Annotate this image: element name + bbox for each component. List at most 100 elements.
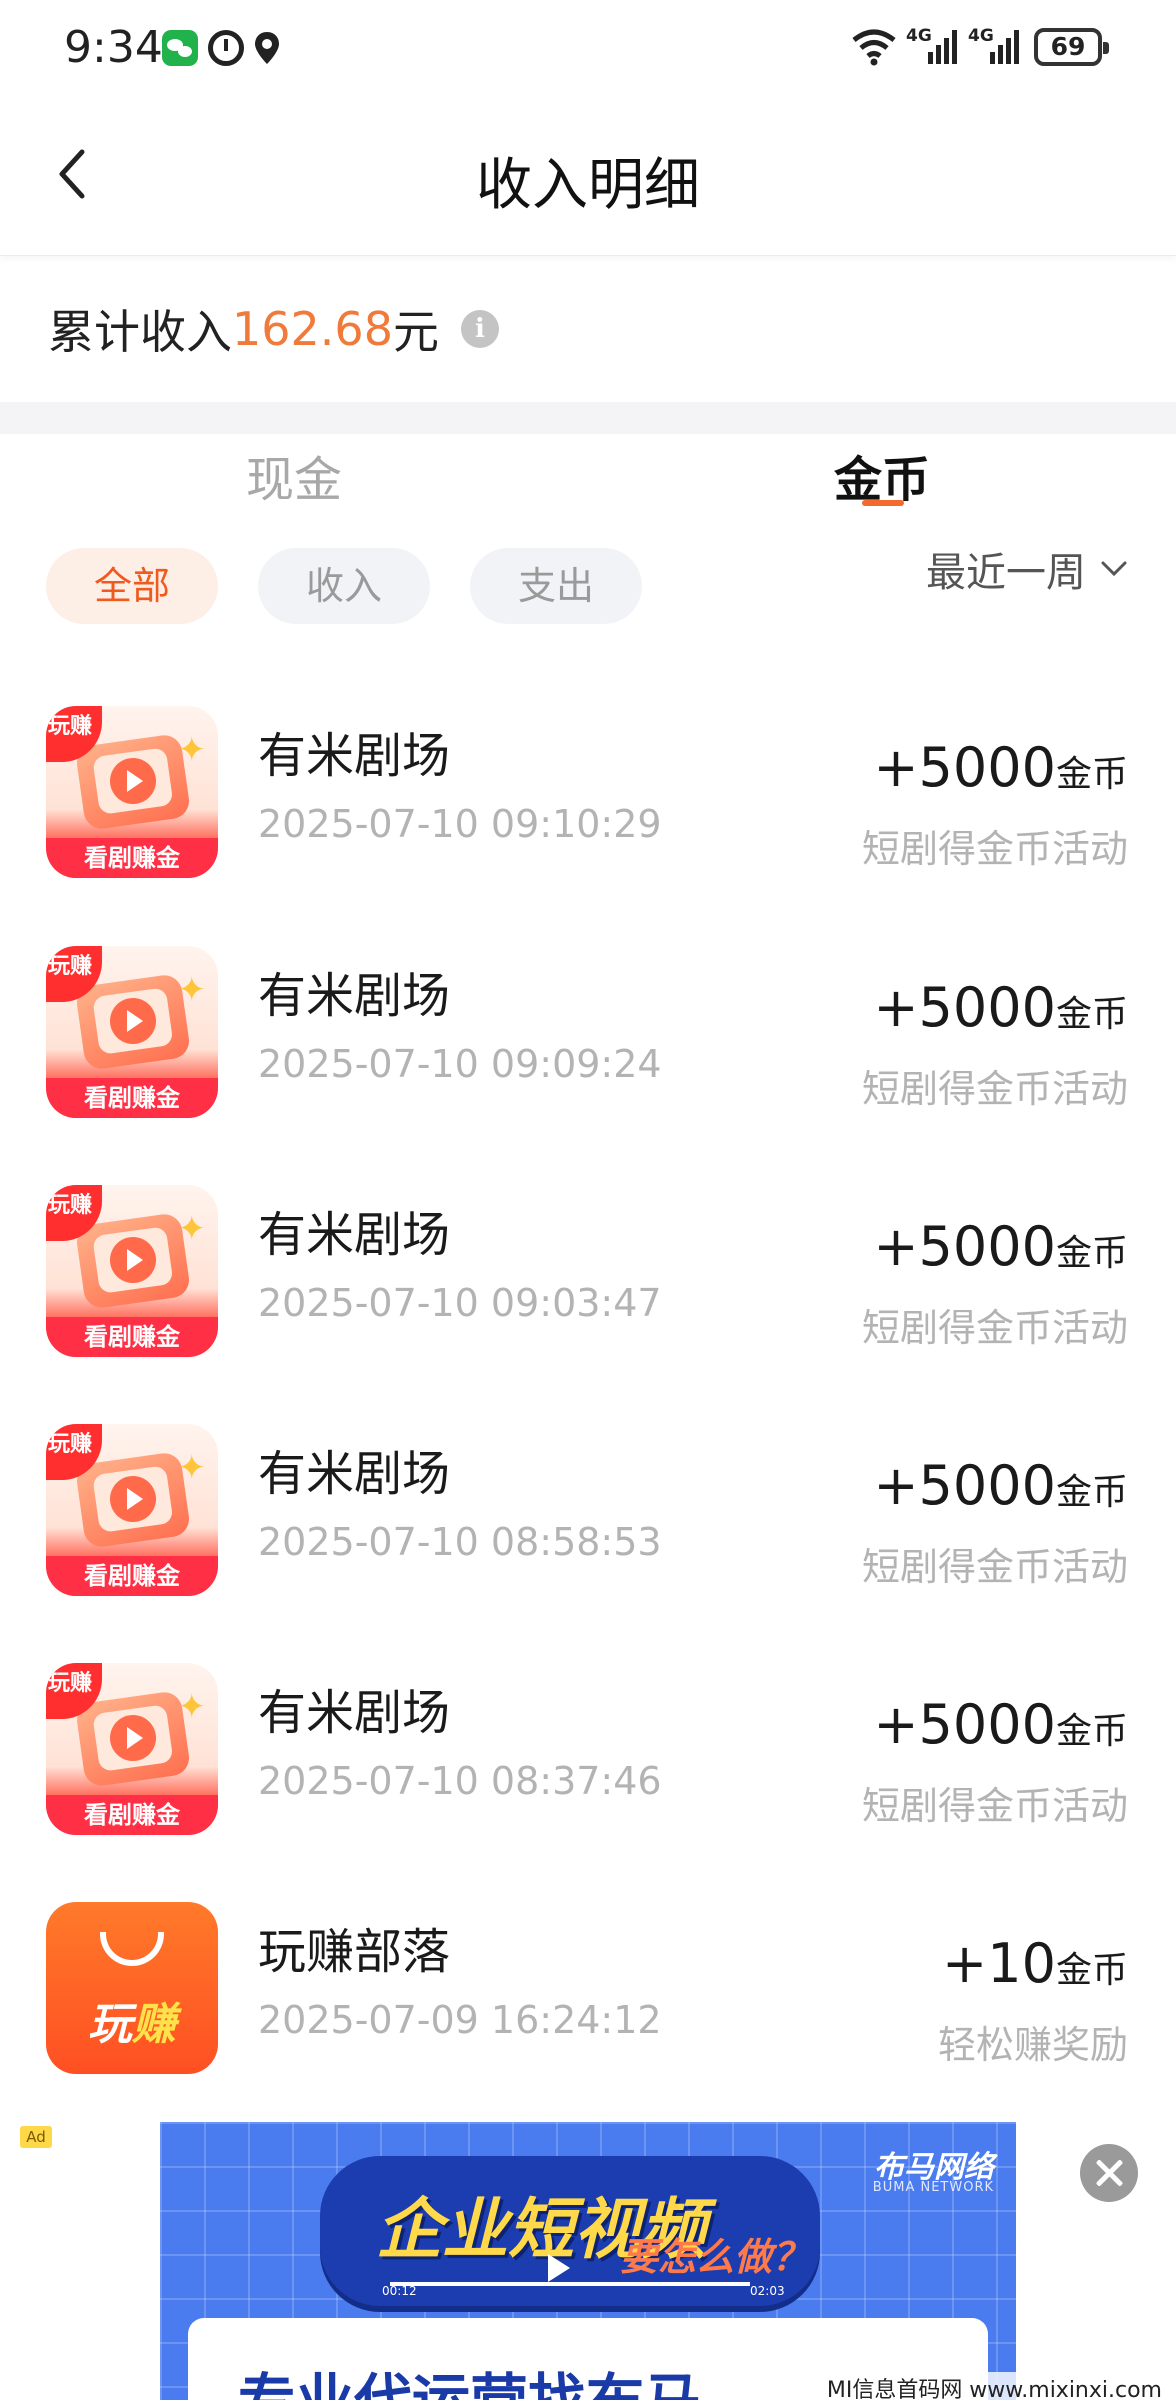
record-name: 有米剧场 (258, 728, 451, 784)
drama-app-icon: 玩赚 ✦ 看剧赚金 (46, 1663, 218, 1835)
ad-brand-sub: BUMA NETWORK (872, 2180, 994, 2195)
record-name: 有米剧场 (258, 968, 451, 1024)
record-amount-value: +5000 (873, 976, 1056, 1039)
record-amount: +5000金币 (873, 1693, 1128, 1756)
play-icon (110, 1237, 156, 1283)
ad-progress-bar (390, 2282, 750, 2286)
signal-icon: 4G (906, 26, 958, 68)
record-amount-value: +5000 (873, 1693, 1056, 1756)
drama-app-icon: 玩赚 ✦ 看剧赚金 (46, 706, 218, 878)
page-title: 收入明细 (476, 153, 700, 218)
record-amount: +5000金币 (873, 1215, 1128, 1278)
record-item[interactable]: 玩赚 ✦ 看剧赚金 有米剧场 2025-07-10 08:58:53 +5000… (0, 1424, 1176, 1624)
signal-icon: 4G (968, 26, 1020, 68)
alarm-icon (208, 30, 244, 66)
tab-cash[interactable]: 现金 (246, 440, 342, 510)
record-amount-unit: 金币 (1055, 754, 1128, 795)
ad-time-start: 00:12 (382, 2284, 417, 2298)
play-icon (110, 758, 156, 804)
record-name: 玩赚部落 (258, 1924, 451, 1980)
record-item[interactable]: 玩赚 玩赚部落 2025-07-09 16:24:12 +10金币 轻松赚奖励 (0, 1902, 1176, 2102)
battery-icon: 69 (1034, 28, 1109, 66)
record-amount-value: +5000 (873, 736, 1056, 799)
sparkle-icon: ✦ (177, 730, 207, 770)
watermark: MI信息首码网 www.mixinxi.com (822, 2372, 1166, 2400)
record-amount-unit: 金币 (1055, 1472, 1128, 1513)
ad-banner[interactable]: 布马网络 BUMA NETWORK 企业短视频 要怎么做？ 00:12 02:0… (160, 2122, 1016, 2400)
record-time: 2025-07-10 09:10:29 (258, 802, 662, 846)
drama-app-icon: 玩赚 ✦ 看剧赚金 (46, 1424, 218, 1596)
record-amount: +5000金币 (873, 976, 1128, 1039)
sparkle-icon: ✦ (177, 1448, 207, 1488)
icon-strip-label: 看剧赚金 (46, 1556, 218, 1596)
ad-tagline: 专业代运营找布马 (238, 2354, 702, 2400)
record-time: 2025-07-10 09:09:24 (258, 1042, 662, 1086)
record-amount: +5000金币 (873, 1454, 1128, 1517)
record-amount-value: +5000 (873, 1215, 1056, 1278)
record-description: 短剧得金币活动 (861, 1545, 1128, 1589)
record-time: 2025-07-10 08:58:53 (258, 1520, 662, 1564)
record-item[interactable]: 玩赚 ✦ 看剧赚金 有米剧场 2025-07-10 09:03:47 +5000… (0, 1185, 1176, 1385)
drama-app-icon: 玩赚 ✦ 看剧赚金 (46, 946, 218, 1118)
play-icon (110, 1715, 156, 1761)
ad-video-panel: 企业短视频 要怎么做？ 00:12 02:03 (320, 2156, 820, 2306)
record-description: 短剧得金币活动 (861, 1067, 1128, 1111)
record-amount-unit: 金币 (1055, 1233, 1128, 1274)
filter-chip-expense[interactable]: 支出 (470, 548, 642, 624)
period-dropdown-label: 最近一周 (926, 550, 1086, 596)
nav-header: 收入明细 (0, 100, 1176, 256)
record-item[interactable]: 玩赚 ✦ 看剧赚金 有米剧场 2025-07-10 09:10:29 +5000… (0, 706, 1176, 906)
icon-brand-text: 玩赚 (88, 1999, 176, 2050)
total-income-summary: 累计收入 162.68 元 i (48, 296, 499, 362)
section-divider (0, 402, 1176, 434)
icon-strip-label: 看剧赚金 (46, 1317, 218, 1357)
chevron-down-icon (1101, 561, 1127, 577)
record-amount: +10金币 (942, 1932, 1128, 1995)
sparkle-icon: ✦ (177, 1687, 207, 1727)
play-icon (548, 2254, 570, 2282)
period-dropdown[interactable]: 最近一周 (926, 540, 1128, 598)
record-amount-unit: 金币 (1055, 1950, 1128, 1991)
total-income-label: 累计收入 (48, 305, 232, 359)
wechat-notification-icon (162, 30, 198, 66)
filter-chip-income[interactable]: 收入 (258, 548, 430, 624)
record-time: 2025-07-10 08:37:46 (258, 1759, 662, 1803)
play-icon (110, 1476, 156, 1522)
status-time: 9:34 (64, 22, 163, 73)
ad-badge: Ad (20, 2126, 52, 2148)
filter-chip-all[interactable]: 全部 (46, 548, 218, 624)
wifi-icon (852, 29, 896, 66)
record-item[interactable]: 玩赚 ✦ 看剧赚金 有米剧场 2025-07-10 08:37:46 +5000… (0, 1663, 1176, 1863)
record-item[interactable]: 玩赚 ✦ 看剧赚金 有米剧场 2025-07-10 09:09:24 +5000… (0, 946, 1176, 1146)
location-icon (255, 32, 279, 64)
record-description: 短剧得金币活动 (861, 1784, 1128, 1828)
ad-time-end: 02:03 (750, 2284, 785, 2298)
record-time: 2025-07-09 16:24:12 (258, 1998, 662, 2042)
sparkle-icon: ✦ (177, 970, 207, 1010)
close-icon[interactable] (1080, 2144, 1138, 2202)
record-amount-value: +10 (942, 1932, 1056, 1995)
record-name: 有米剧场 (258, 1446, 451, 1502)
record-amount: +5000金币 (873, 736, 1128, 799)
wanzhuan-app-icon: 玩赚 (46, 1902, 218, 2074)
record-amount-unit: 金币 (1055, 994, 1128, 1035)
record-description: 轻松赚奖励 (937, 2023, 1128, 2067)
ad-subline: 要怎么做？ (620, 2235, 811, 2279)
record-name: 有米剧场 (258, 1685, 451, 1741)
icon-strip-label: 看剧赚金 (46, 838, 218, 878)
record-amount-unit: 金币 (1055, 1711, 1128, 1752)
total-income-amount: 162.68 (232, 302, 393, 356)
total-income-unit: 元 (392, 305, 439, 359)
info-icon[interactable]: i (460, 310, 499, 348)
play-icon (110, 998, 156, 1044)
sparkle-icon: ✦ (177, 1209, 207, 1249)
record-description: 短剧得金币活动 (861, 827, 1128, 871)
active-tab-indicator (862, 500, 904, 506)
record-amount-value: +5000 (873, 1454, 1056, 1517)
drama-app-icon: 玩赚 ✦ 看剧赚金 (46, 1185, 218, 1357)
status-bar: 9:34 4G 4G 69 (0, 0, 1176, 100)
record-time: 2025-07-10 09:03:47 (258, 1281, 662, 1325)
record-description: 短剧得金币活动 (861, 1306, 1128, 1350)
icon-strip-label: 看剧赚金 (46, 1795, 218, 1835)
record-name: 有米剧场 (258, 1207, 451, 1263)
